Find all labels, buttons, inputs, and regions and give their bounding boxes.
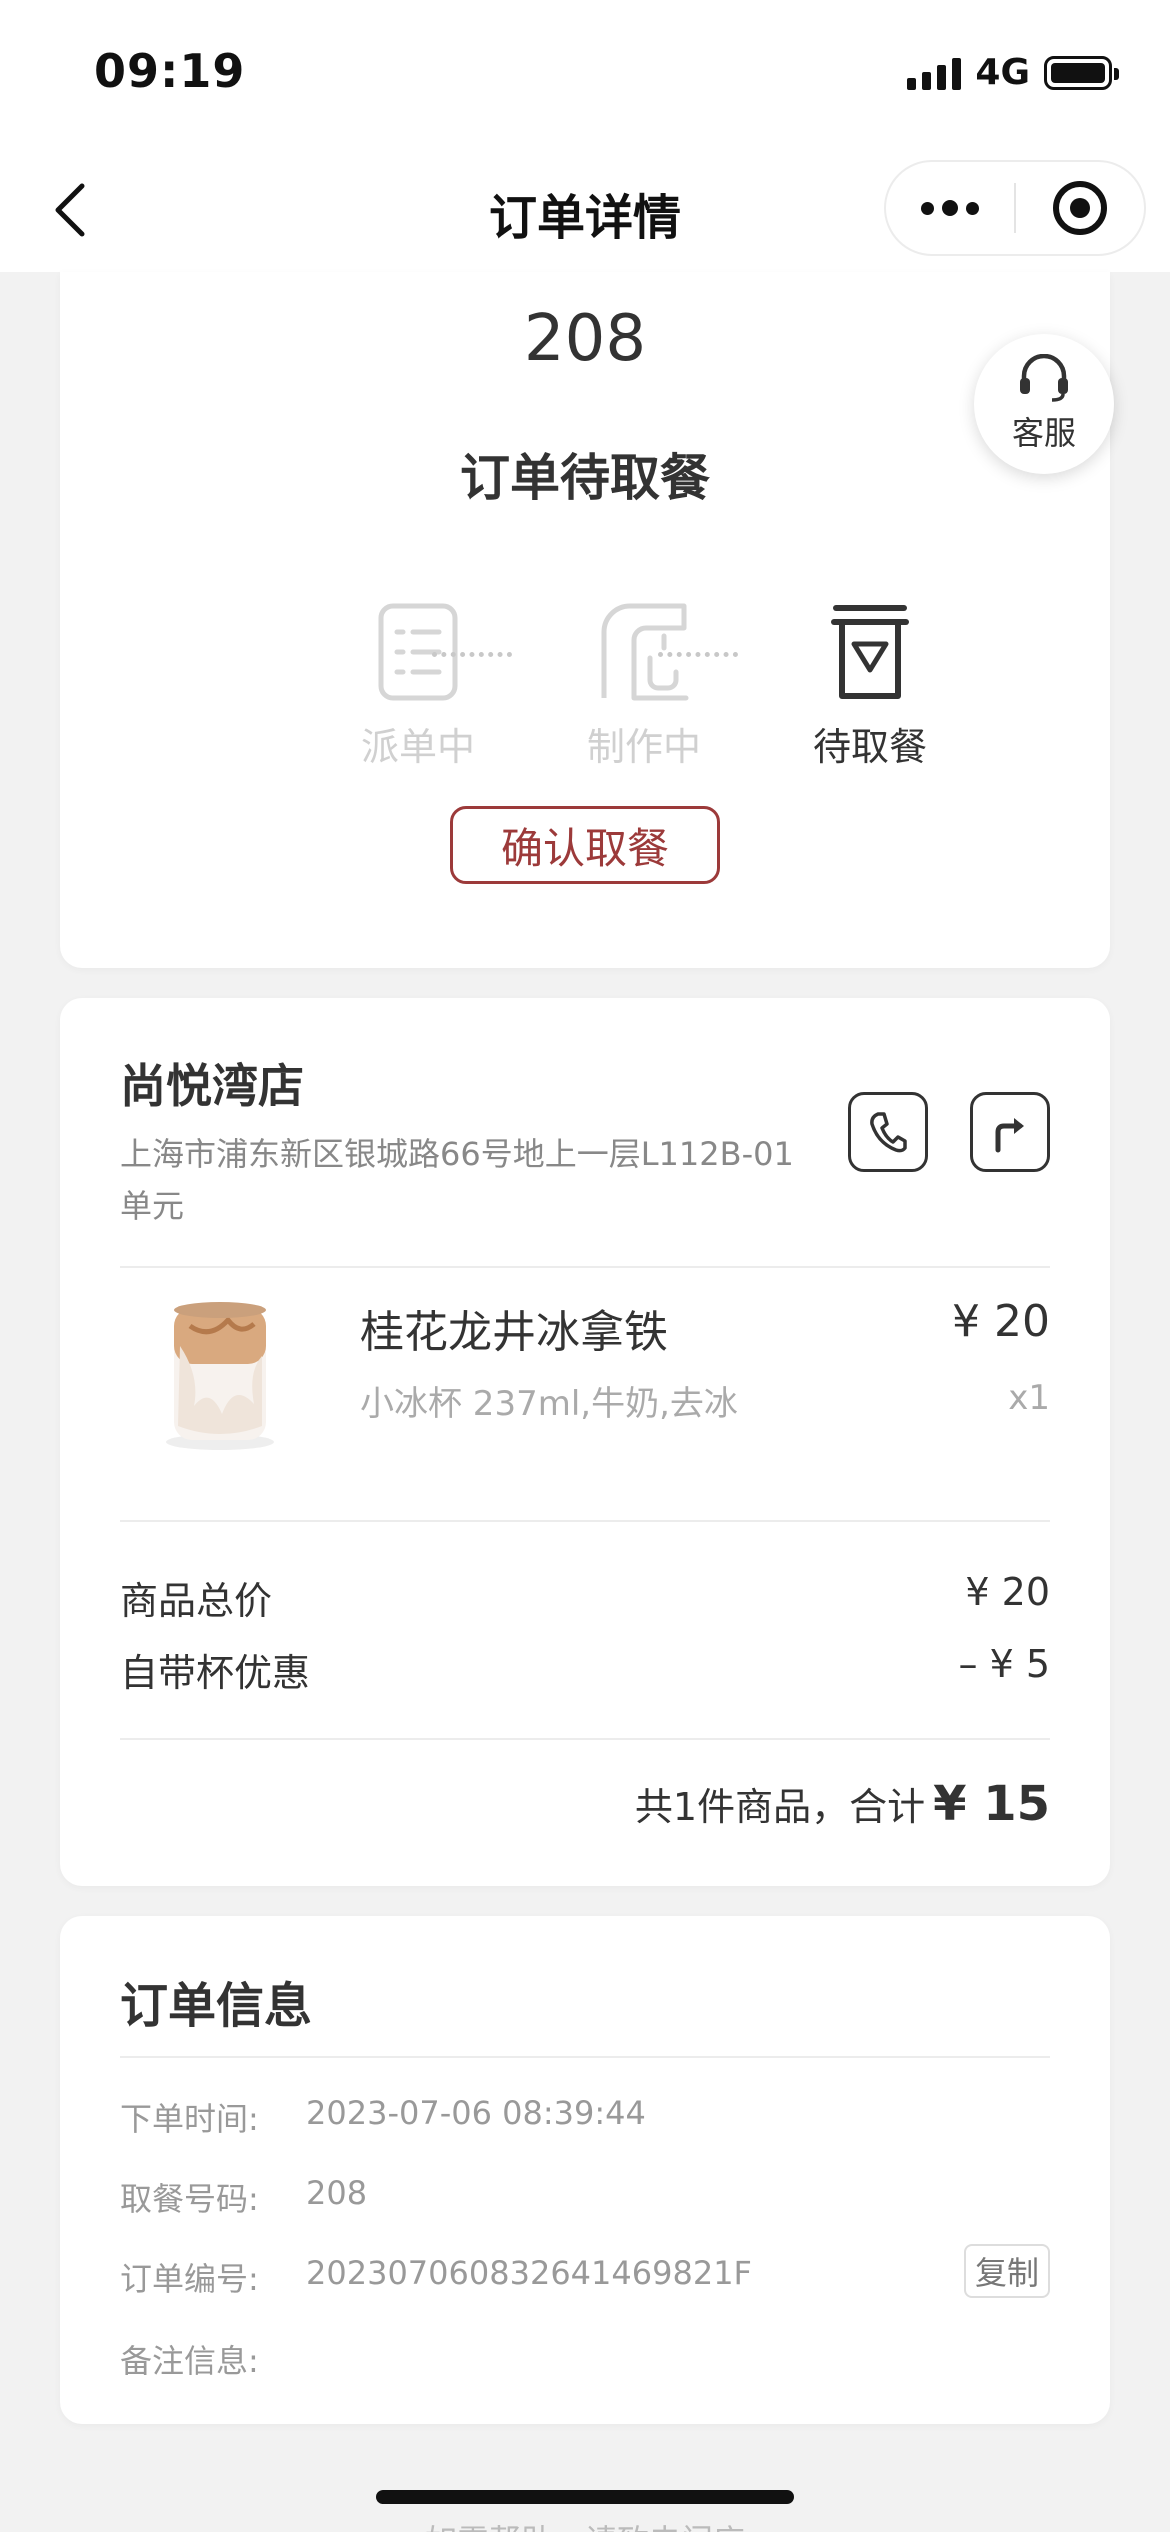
target-icon xyxy=(1052,181,1107,235)
divider xyxy=(120,1520,1050,1522)
store-order-card: 尚悦湾店 上海市浦东新区银城路66号地上一层L112B-01单元 桂花龙井冰拿铁… xyxy=(60,998,1110,1886)
pickup-number: 208 xyxy=(523,302,647,376)
order-status-card: 208 订单待取餐 客服 派单中 制作中 待取餐 确认取餐 xyxy=(60,272,1114,968)
phone-icon xyxy=(870,1112,907,1153)
mini-program-capsule xyxy=(884,160,1146,256)
subtotal-label: 商品总价 xyxy=(120,1579,273,1623)
status-bar: 09:19 4G xyxy=(0,0,1170,150)
confirm-pickup-button[interactable]: 确认取餐 xyxy=(450,806,720,884)
info-value-order-time: 2023-07-06 08:39:44 xyxy=(306,2094,646,2132)
customer-service-label: 客服 xyxy=(1011,414,1076,452)
status-time: 09:19 xyxy=(94,44,246,98)
network-type: 4G xyxy=(975,52,1030,93)
help-text: 如需帮助，请致电门店 xyxy=(0,2516,1170,2532)
subtotal-value: ¥ 20 xyxy=(965,1570,1050,1614)
close-miniprogram-button[interactable] xyxy=(1016,162,1144,254)
product-spec: 小冰杯 237ml,牛奶,去冰 xyxy=(360,1384,738,1424)
order-info-card: 订单信息 下单时间: 2023-07-06 08:39:44 取餐号码: 208… xyxy=(60,1916,1110,2424)
step-label: 制作中 xyxy=(586,725,701,769)
divider xyxy=(120,1738,1050,1740)
headset-icon xyxy=(1020,354,1068,402)
store-name: 尚悦湾店 xyxy=(120,1059,304,1113)
total-prefix: 共1件商品，合计 xyxy=(634,1785,926,1829)
navigation-arrow-icon xyxy=(995,1118,1024,1153)
order-total: 共1件商品，合计 ¥ 15 xyxy=(635,1776,1050,1832)
info-label-order-id: 订单编号: xyxy=(120,2260,259,2298)
progress-connector xyxy=(658,652,738,658)
product-image xyxy=(150,1286,290,1456)
copy-order-id-button[interactable]: 复制 xyxy=(964,2244,1050,2298)
status-indicators: 4G xyxy=(907,52,1119,93)
step-label: 派单中 xyxy=(360,725,475,769)
product-quantity: x1 xyxy=(1008,1378,1050,1418)
order-info-title: 订单信息 xyxy=(120,1978,313,2034)
info-label-pickup-number: 取餐号码: xyxy=(120,2180,259,2218)
divider xyxy=(120,2056,1050,2058)
customer-service-button[interactable]: 客服 xyxy=(974,334,1114,474)
more-button[interactable] xyxy=(886,162,1014,254)
total-amount: ¥ 15 xyxy=(933,1776,1050,1832)
iced-latte-image xyxy=(166,1302,274,1450)
info-label-order-time: 下单时间: xyxy=(120,2100,259,2138)
info-label-remarks: 备注信息: xyxy=(120,2342,259,2380)
product-price: ¥ 20 xyxy=(952,1296,1050,1347)
nav-bar: 订单详情 xyxy=(0,150,1170,272)
step-label: 待取餐 xyxy=(812,725,927,769)
cup-icon xyxy=(831,605,909,699)
info-value-order-id: 202307060832641469821F xyxy=(306,2254,752,2292)
discount-value: – ¥ 5 xyxy=(958,1642,1050,1686)
signal-icon xyxy=(907,56,962,90)
progress-connector xyxy=(432,652,512,658)
store-address: 上海市浦东新区银城路66号地上一层L112B-01单元 xyxy=(120,1135,794,1225)
step-dispatching: 派单中 xyxy=(328,602,508,771)
divider xyxy=(120,1266,1050,1268)
navigate-store-button[interactable] xyxy=(970,1092,1050,1172)
call-store-button[interactable] xyxy=(848,1092,928,1172)
step-ready: 待取餐 xyxy=(780,602,960,771)
order-progress: 派单中 制作中 待取餐 xyxy=(60,602,1110,802)
info-value-pickup-number: 208 xyxy=(306,2174,368,2212)
battery-icon xyxy=(1044,55,1119,90)
product-name: 桂花龙井冰拿铁 xyxy=(360,1307,668,1358)
order-status-text: 订单待取餐 xyxy=(460,449,710,507)
home-indicator[interactable] xyxy=(376,2490,794,2504)
discount-label: 自带杯优惠 xyxy=(120,1651,311,1695)
step-making: 制作中 xyxy=(554,602,734,771)
